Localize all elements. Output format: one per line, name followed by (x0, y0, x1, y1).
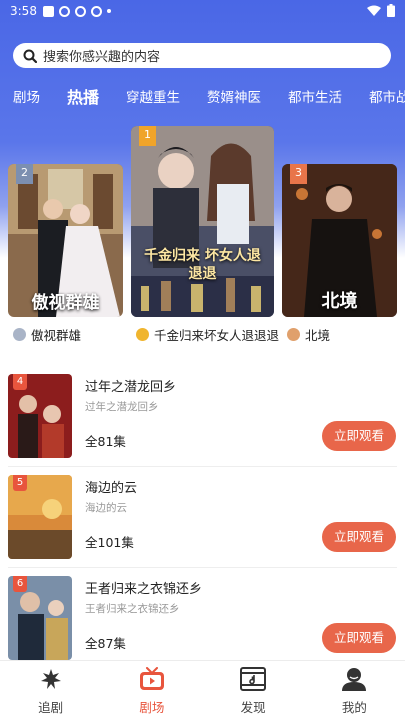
drama-thumbnail: 6 (8, 576, 72, 660)
status-notification-icons (42, 5, 111, 17)
bottom-navigation: 追剧 剧场 发现 我的 (0, 660, 405, 720)
rank-badge: 4 (13, 374, 27, 390)
rank-card-2[interactable]: 2 傲视群雄 (8, 164, 123, 317)
gold-medal-icon (136, 327, 149, 341)
bronze-medal-icon (287, 327, 300, 341)
drama-thumbnail: 4 (8, 374, 72, 458)
drama-subtitle: 海边的云 (85, 502, 127, 514)
rank-name-2[interactable]: 傲视群雄 (13, 325, 81, 343)
list-item[interactable]: 4 过年之潜龙回乡 过年之潜龙回乡 全81集 立即观看 (0, 374, 405, 474)
tab-son-in-law[interactable]: 赘婿神医 (207, 86, 261, 110)
wifi-icon (367, 5, 381, 16)
notification-icon (90, 5, 102, 17)
poster-title: 千金归来 坏女人退退退 (144, 248, 261, 282)
drama-title: 过年之潜龙回乡 (85, 380, 177, 395)
rank-badge: 3 (290, 164, 307, 184)
list-item[interactable]: 5 海边的云 海边的云 全101集 立即观看 (0, 475, 405, 575)
rank-badge: 1 (139, 126, 156, 146)
search-icon (23, 49, 37, 63)
search-bar[interactable]: 搜索你感兴趣的内容 (13, 43, 391, 68)
rank-card-1[interactable]: 1 千金归来 坏女人退退退 (131, 126, 274, 317)
notification-icon (74, 5, 86, 17)
drama-name: 千金归来坏女人退退退 (154, 327, 280, 343)
nav-chase-drama[interactable]: 追剧 (0, 661, 101, 720)
tab-time-travel[interactable]: 穿越重生 (126, 86, 180, 110)
chase-drama-icon (40, 669, 61, 689)
rank-name-1[interactable]: 千金归来坏女人退退退 (136, 325, 279, 343)
rank-badge: 2 (16, 164, 33, 184)
nav-profile[interactable]: 我的 (304, 661, 405, 720)
drama-subtitle: 王者归来之衣锦还乡 (85, 603, 180, 615)
nav-label: 追剧 (38, 700, 64, 715)
drama-name: 北境 (305, 327, 331, 343)
category-tabs: 剧场 热播 穿越重生 赘婿神医 都市生活 都市战 (13, 86, 405, 110)
notification-icon (58, 5, 70, 17)
drama-subtitle: 过年之潜龙回乡 (85, 401, 159, 413)
poster-title: 北境 (321, 291, 358, 312)
nav-discover[interactable]: 发现 (203, 661, 304, 720)
divider (8, 466, 397, 467)
tab-trending[interactable]: 热播 (67, 86, 99, 110)
drama-thumbnail: 5 (8, 475, 72, 559)
battery-icon (387, 4, 395, 17)
watch-now-button[interactable]: 立即观看 (322, 522, 396, 552)
watch-now-button[interactable]: 立即观看 (322, 421, 396, 451)
poster-title: 傲视群雄 (31, 293, 100, 313)
status-bar: 3:58 (0, 0, 405, 22)
watch-now-button[interactable]: 立即观看 (322, 623, 396, 653)
rank-badge: 5 (13, 475, 27, 491)
rank-badge: 6 (13, 576, 27, 592)
nav-label: 发现 (240, 700, 266, 715)
drama-name: 傲视群雄 (31, 327, 82, 343)
divider (8, 567, 397, 568)
profile-icon (342, 668, 367, 691)
episode-count: 全87集 (85, 636, 126, 651)
poster-image (131, 126, 274, 317)
rank-name-3[interactable]: 北境 (287, 325, 330, 343)
tab-theater[interactable]: 剧场 (13, 86, 40, 110)
drama-title: 海边的云 (85, 481, 138, 496)
discover-film-icon (240, 667, 267, 691)
tab-urban-war[interactable]: 都市战 (369, 86, 405, 110)
notification-icon (42, 5, 54, 17)
nav-label: 剧场 (139, 700, 165, 715)
drama-title: 王者归来之衣锦还乡 (85, 582, 203, 597)
episode-count: 全101集 (85, 535, 134, 550)
silver-medal-icon (13, 327, 26, 341)
tab-urban-life[interactable]: 都市生活 (288, 86, 342, 110)
tv-icon (139, 667, 164, 690)
status-time: 3:58 (10, 4, 37, 18)
nav-label: 我的 (341, 700, 367, 715)
more-notifications-icon (106, 9, 111, 13)
nav-theater[interactable]: 剧场 (101, 661, 202, 720)
episode-count: 全81集 (85, 434, 126, 449)
search-input[interactable]: 搜索你感兴趣的内容 (43, 46, 160, 65)
rank-card-3[interactable]: 3 北境 (282, 164, 397, 317)
